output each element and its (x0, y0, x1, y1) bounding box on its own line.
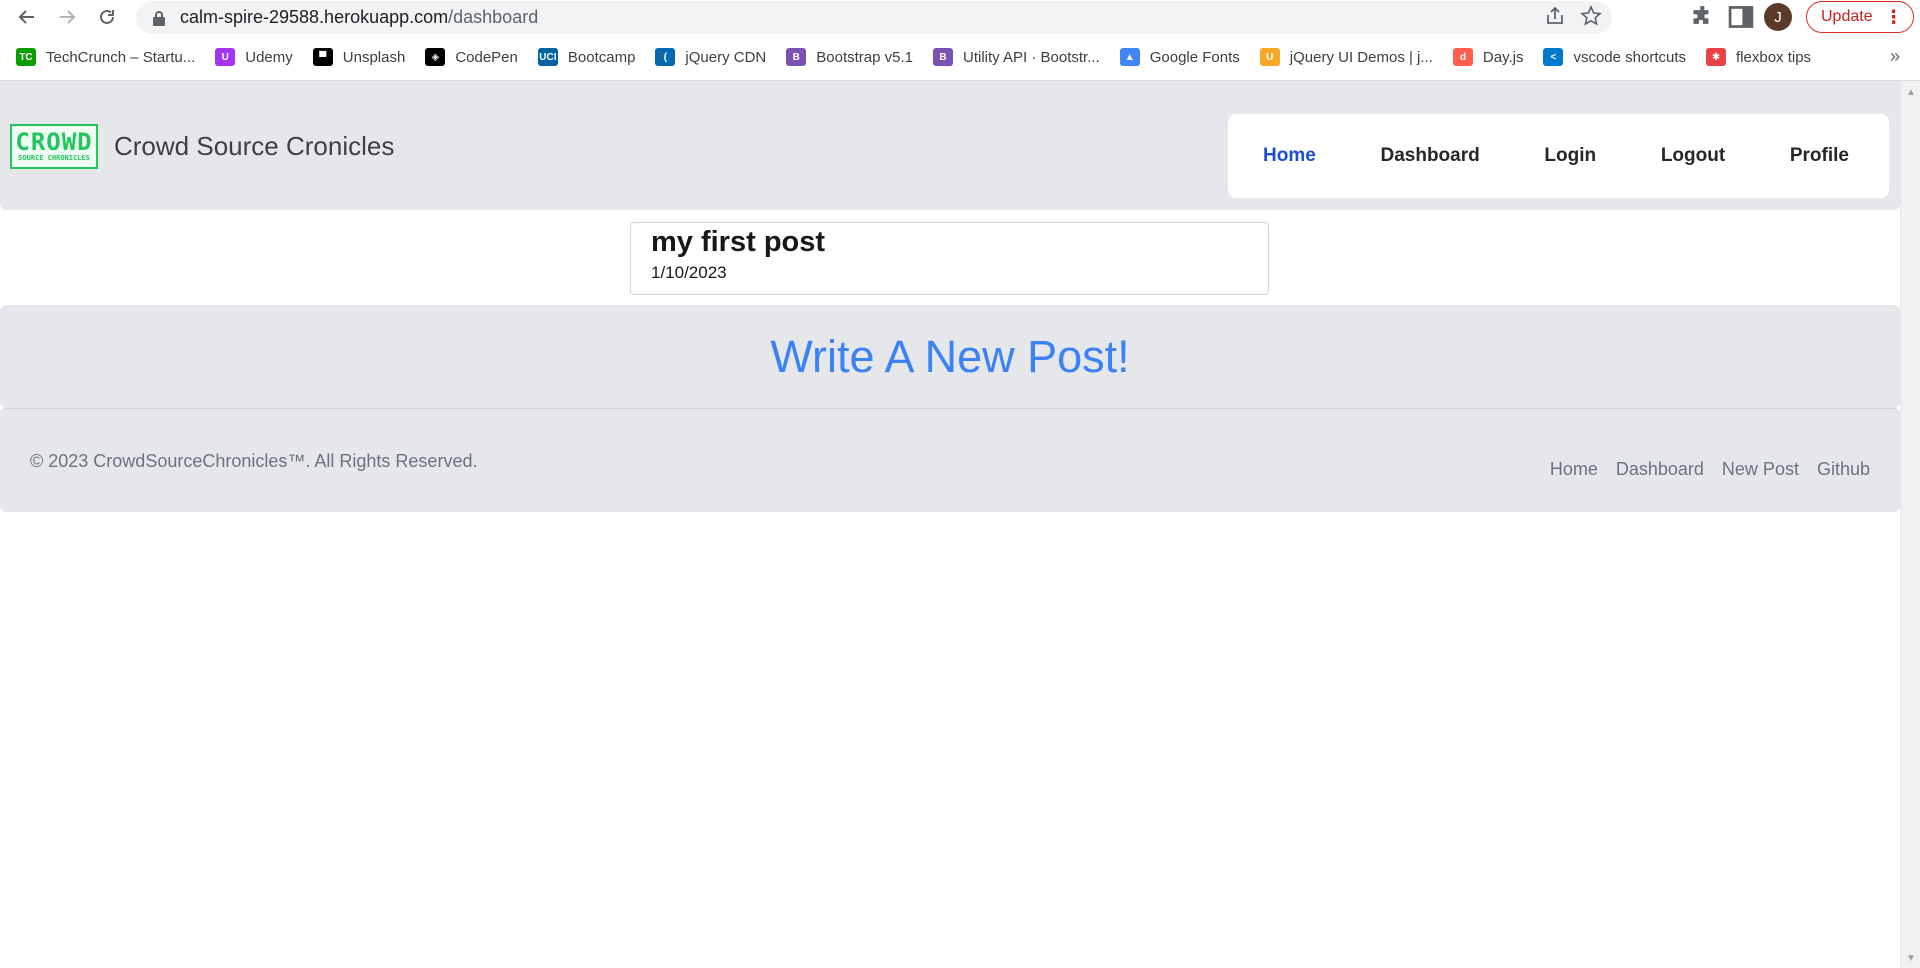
bookmark-label: CodePen (455, 48, 518, 66)
update-button[interactable]: Update ⋮ (1806, 1, 1914, 33)
bookmark-item[interactable]: ( jQuery CDN (655, 48, 766, 66)
udemy-icon: U (215, 48, 236, 66)
bootstrap-icon: B (786, 48, 807, 66)
bookmark-label: Utility API · Bootstr... (963, 48, 1100, 66)
bookmark-label: jQuery UI Demos | j... (1289, 48, 1433, 66)
scroll-down-icon[interactable]: ▼ (1906, 953, 1916, 964)
bookmark-label: Unsplash (342, 48, 406, 66)
main-nav: Home Dashboard Login Logout Profile (1228, 114, 1889, 198)
footer-copyright: © 2023 CrowdSourceChronicles™. All Right… (30, 451, 478, 471)
share-icon[interactable] (1544, 5, 1566, 27)
bookmark-item[interactable]: ◈ CodePen (425, 48, 518, 66)
menu-kebab-icon: ⋮ (1884, 6, 1903, 27)
site-header: CROWD SOURCE CHRONICLES Crowd Source Cro… (0, 81, 1900, 210)
site-footer: © 2023 CrowdSourceChronicles™. All Right… (0, 408, 1900, 512)
browser-toolbar: calm-spire-29588.herokuapp.com/dashboard… (0, 0, 1920, 35)
bookmark-label: jQuery CDN (685, 48, 767, 66)
unsplash-icon: ▀ (312, 48, 333, 66)
vscode-icon: < (1543, 48, 1564, 66)
footer-link-dashboard[interactable]: Dashboard (1616, 459, 1704, 480)
scroll-up-icon[interactable]: ▲ (1906, 87, 1916, 98)
footer-link-new-post[interactable]: New Post (1722, 459, 1799, 480)
google-fonts-icon: ▲ (1119, 48, 1140, 66)
bookmark-star-icon[interactable] (1580, 5, 1602, 27)
bookmark-item[interactable]: UCI Bootcamp (537, 48, 636, 66)
forward-icon[interactable] (50, 0, 84, 34)
bookmark-label: flexbox tips (1736, 48, 1812, 66)
jquery-icon: ( (655, 48, 676, 66)
new-post-section: Write A New Post! (0, 305, 1900, 408)
post-date: 1/10/2023 (651, 263, 727, 282)
lock-icon (153, 10, 165, 26)
bookmark-item[interactable]: TC TechCrunch – Startu... (16, 48, 195, 66)
nav-home[interactable]: Home (1263, 145, 1316, 167)
post-title: my first post (651, 226, 826, 258)
nav-profile[interactable]: Profile (1790, 145, 1849, 167)
footer-links: Home Dashboard New Post Github (1550, 459, 1870, 480)
bookmarks-bar: TC TechCrunch – Startu... U Udemy ▀ Unsplash ◈… (0, 42, 1920, 72)
nav-login[interactable]: Login (1544, 145, 1596, 167)
address-bar[interactable]: calm-spire-29588.herokuapp.com/dashboard (136, 1, 1612, 34)
bookmark-label: Udemy (245, 48, 293, 66)
dayjs-icon: d (1452, 48, 1473, 66)
logo-wordmark: CROWD (15, 128, 93, 156)
bookmark-item[interactable]: < vscode shortcuts (1543, 48, 1686, 66)
back-icon[interactable] (10, 0, 44, 34)
bookmark-label: Bootstrap v5.1 (816, 48, 914, 66)
site-logo[interactable]: CROWD SOURCE CHRONICLES (10, 124, 98, 169)
profile-avatar[interactable]: J (1764, 3, 1792, 31)
site-title: Crowd Source Cronicles (114, 131, 395, 161)
side-panel-icon[interactable] (1726, 2, 1756, 32)
address-url: calm-spire-29588.herokuapp.com/dashboard (180, 7, 539, 27)
codepen-icon: ◈ (425, 48, 446, 66)
nav-dashboard[interactable]: Dashboard (1380, 145, 1479, 167)
footer-link-home[interactable]: Home (1550, 459, 1598, 480)
page-viewport: CROWD SOURCE CHRONICLES Crowd Source Cro… (0, 81, 1900, 968)
bookmark-label: Day.js (1482, 48, 1524, 66)
bookmark-item[interactable]: B Bootstrap v5.1 (786, 48, 913, 66)
bookmark-label: Google Fonts (1149, 48, 1240, 66)
bookmark-item[interactable]: UjQuery UI Demos | j... (1259, 48, 1433, 66)
flexbox-icon: ✱ (1706, 48, 1727, 66)
bookmarks-overflow-icon[interactable]: » (1890, 46, 1900, 67)
bookmark-label: TechCrunch – Startu... (46, 48, 196, 66)
bookmark-item[interactable]: ✱ flexbox tips (1706, 48, 1811, 66)
extensions-icon[interactable] (1688, 2, 1718, 32)
bookmark-item[interactable]: ▀ Unsplash (312, 48, 406, 66)
logo-tagline: SOURCE CHRONICLES (18, 154, 90, 162)
reload-icon[interactable] (90, 0, 124, 34)
bookmark-item[interactable]: ▲ Google Fonts (1119, 48, 1240, 66)
jquery-ui-icon: U (1259, 48, 1280, 66)
footer-link-github[interactable]: Github (1817, 459, 1870, 480)
bookmark-item[interactable]: B Utility API · Bootstr... (933, 48, 1100, 66)
techcrunch-icon: TC (16, 48, 36, 66)
bookmark-item[interactable]: d Day.js (1452, 48, 1524, 66)
uci-icon: UCI (537, 48, 558, 66)
bookmark-label: Bootcamp (567, 48, 636, 66)
bookmark-item[interactable]: U Udemy (215, 48, 293, 66)
bootstrap-icon: B (933, 48, 954, 66)
bookmark-label: vscode shortcuts (1573, 48, 1687, 66)
nav-logout[interactable]: Logout (1661, 145, 1725, 167)
page-scrollbar[interactable]: ▲ ▼ (1900, 81, 1920, 968)
post-card[interactable]: my first post 1/10/2023 (630, 222, 1269, 295)
write-new-post-link[interactable]: Write A New Post! (770, 331, 1129, 383)
